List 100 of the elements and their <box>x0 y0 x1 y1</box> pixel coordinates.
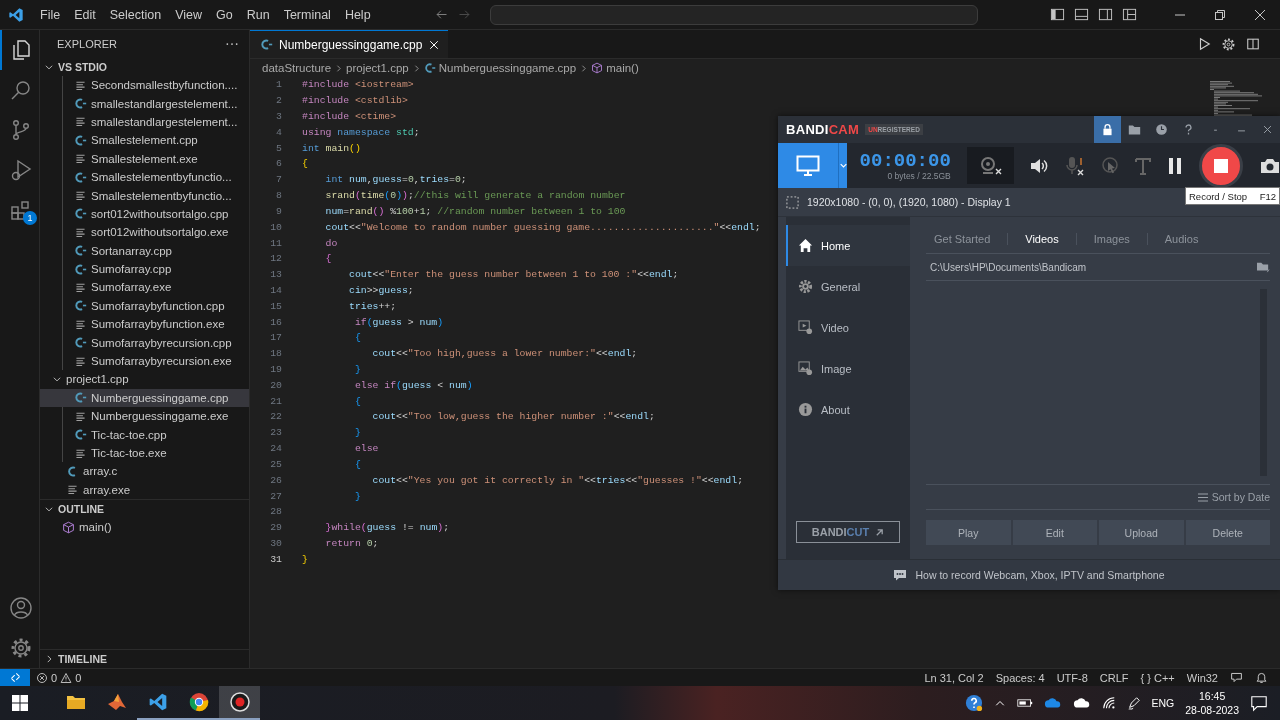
tree-item[interactable]: Smallestelement.cpp <box>40 131 249 150</box>
tree-item[interactable]: sort012withoutsortalgo.cpp <box>40 204 249 224</box>
section-header[interactable]: VS STDIO <box>40 58 249 76</box>
remote-button[interactable] <box>0 669 30 686</box>
status-item[interactable]: Spaces: 4 <box>995 671 1045 684</box>
back-arrow-icon[interactable] <box>433 7 449 22</box>
editor-tab[interactable]: Numberguessinggame.cpp <box>250 30 449 58</box>
panel-toggle-icon[interactable] <box>1074 7 1089 22</box>
line-number: 1 <box>275 79 282 91</box>
problems-button[interactable]: 0 0 <box>36 671 82 684</box>
content-tab[interactable]: Audios <box>1164 233 1216 245</box>
help-icon[interactable] <box>964 694 983 712</box>
tree-item[interactable]: Sumofarraybyfunction.cpp <box>40 296 249 316</box>
text-tool-icon[interactable] <box>1135 156 1151 175</box>
tree-item[interactable]: Sumofarray.cpp <box>40 259 249 279</box>
microphone-off-icon[interactable] <box>1065 155 1085 176</box>
action-button[interactable]: Upload <box>1099 520 1184 545</box>
feedback-icon[interactable] <box>1230 671 1243 684</box>
nav-item[interactable]: Video <box>786 307 910 348</box>
tree-item[interactable]: Numberguessinggame.cpp <box>40 388 249 408</box>
section-header[interactable]: OUTLINE <box>40 499 249 518</box>
action-button[interactable]: Play <box>926 520 1011 545</box>
tree-item[interactable]: Smallestelementbyfunctio... <box>40 186 249 205</box>
content-tab[interactable]: Get Started <box>934 233 1009 245</box>
screen-mode-button[interactable] <box>778 143 839 188</box>
tip-link[interactable]: How to record Webcam, Xbox, IPTV and Smartphone <box>915 569 1165 581</box>
cursor-click-icon[interactable] <box>1102 156 1118 175</box>
close-icon[interactable] <box>1254 8 1266 21</box>
layout-icon[interactable] <box>1122 7 1137 22</box>
language-indicator[interactable]: ENG <box>1151 697 1175 709</box>
pause-icon[interactable] <box>1168 156 1182 175</box>
status-item[interactable]: { } C++ <box>1140 671 1175 684</box>
tree-item[interactable]: array.exe <box>40 480 249 499</box>
tree-item[interactable]: smallestandlargestelement... <box>40 94 249 113</box>
close-icon[interactable] <box>428 38 441 51</box>
menu-item[interactable]: Edit <box>67 4 103 25</box>
tree-item[interactable]: sort012withoutsortalgo.exe <box>40 223 249 242</box>
breadcrumb-item[interactable]: project1.cpp <box>346 62 409 74</box>
breadcrumb-item[interactable]: dataStructure <box>262 62 332 74</box>
content-tab[interactable]: Videos <box>1025 233 1077 245</box>
wifi-icon[interactable] <box>1101 696 1116 710</box>
webcam-button[interactable] <box>966 147 1014 184</box>
status-item[interactable]: Win32 <box>1186 671 1218 684</box>
sort-button[interactable]: Sort by Date <box>1197 491 1270 503</box>
tree-item[interactable]: Smallestelement.exe <box>40 149 249 168</box>
mode-dropdown-button[interactable] <box>838 143 847 188</box>
status-item[interactable]: Ln 31, Col 2 <box>924 671 984 684</box>
battery-icon[interactable] <box>1016 697 1033 709</box>
clock-button[interactable]: 16:45 28-08-2023 <box>1185 689 1239 717</box>
tree-folder[interactable]: project1.cpp <box>40 370 249 389</box>
split-editor-icon[interactable] <box>1246 37 1260 51</box>
tree-item[interactable]: Tic-tac-toe.cpp <box>40 425 249 444</box>
notification-center-icon[interactable] <box>1250 694 1268 712</box>
action-button[interactable]: Edit <box>1012 520 1097 545</box>
menu-item[interactable]: View <box>168 4 209 25</box>
nav-item[interactable]: Home <box>786 225 910 266</box>
bandicam-taskbar-button[interactable] <box>219 686 260 720</box>
notifications-icon[interactable] <box>1255 671 1268 684</box>
tree-item[interactable]: Sumofarraybyrecursion.exe <box>40 351 249 371</box>
tree-item[interactable]: smallestandlargestelement... <box>40 112 249 132</box>
tree-item[interactable]: Sumofarray.exe <box>40 278 249 297</box>
outline-item[interactable]: main() <box>40 518 249 537</box>
sidebar-right-icon[interactable] <box>1098 7 1113 22</box>
extensions-button[interactable]: 1 <box>0 190 39 230</box>
content-tab[interactable]: Images <box>1093 233 1148 245</box>
tree-item[interactable]: array.c <box>40 462 249 481</box>
menu-item[interactable]: Run <box>239 4 277 25</box>
nav-item[interactable]: About <box>786 389 910 430</box>
tree-item[interactable]: Sortanarray.cpp <box>40 241 249 260</box>
action-button[interactable]: Delete <box>1185 520 1270 545</box>
tree-item[interactable]: Secondsmallestbyfunction.... <box>40 76 249 95</box>
nav-item[interactable]: Image <box>786 348 910 389</box>
sidebar-left-icon[interactable] <box>1050 7 1065 22</box>
tree-item[interactable]: Smallestelementbyfunctio... <box>40 167 249 187</box>
pen-icon[interactable] <box>1126 696 1141 710</box>
menu-item[interactable]: Terminal <box>276 4 338 25</box>
tree-item[interactable]: Numberguessinggame.exe <box>40 407 249 426</box>
breadcrumb-item[interactable]: main() <box>591 62 639 74</box>
tree-item[interactable]: Sumofarraybyfunction.exe <box>40 315 249 334</box>
status-item[interactable]: CRLF <box>1099 671 1129 684</box>
lock-button[interactable] <box>1094 116 1121 143</box>
speaker-icon[interactable] <box>1030 157 1048 174</box>
bandicut-button[interactable]: BANDICUT <box>796 521 900 543</box>
tree-item[interactable]: Sumofarraybyrecursion.cpp <box>40 333 249 352</box>
menu-item[interactable]: Help <box>337 4 378 25</box>
camera-icon[interactable] <box>1260 157 1280 174</box>
menu-item[interactable]: Selection <box>102 4 169 25</box>
record-stop-button[interactable] <box>1199 143 1243 188</box>
run-icon[interactable] <box>1197 37 1211 51</box>
breadcrumb-item[interactable]: Numberguessinggame.cpp <box>423 62 577 74</box>
command-center-field[interactable] <box>489 4 978 25</box>
status-item[interactable]: UTF-8 <box>1056 671 1088 684</box>
open-folder-icon[interactable] <box>1256 261 1270 273</box>
nav-item[interactable]: General <box>786 266 910 307</box>
menu-item[interactable]: File <box>33 4 68 25</box>
menu-item[interactable]: Go <box>209 4 240 25</box>
cloud-icon[interactable] <box>1072 697 1091 709</box>
settings-icon[interactable] <box>1221 36 1236 52</box>
restore-icon[interactable] <box>1214 8 1226 21</box>
tree-item[interactable]: Tic-tac-toe.exe <box>40 443 249 463</box>
